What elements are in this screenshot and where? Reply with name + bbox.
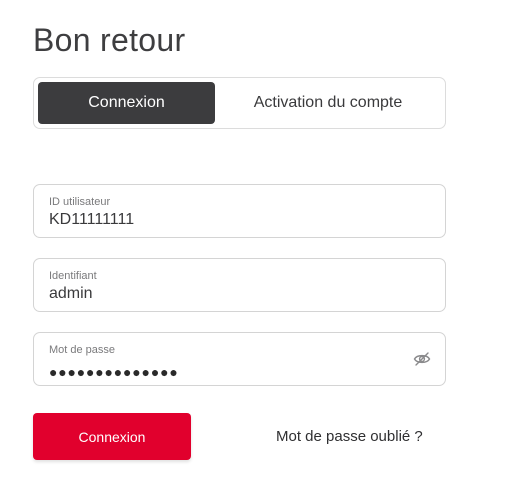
- password-label: Mot de passe: [49, 344, 116, 356]
- page-title: Bon retour: [33, 22, 186, 58]
- user-id-field[interactable]: ID utilisateur KD11111111: [33, 184, 446, 238]
- user-id-label: ID utilisateur: [49, 196, 111, 208]
- tab-account-activation[interactable]: Activation du compte: [215, 82, 441, 124]
- user-id-value[interactable]: KD11111111: [49, 211, 134, 229]
- login-label: Identifiant: [49, 270, 97, 282]
- password-value[interactable]: ●●●●●●●●●●●●●●: [49, 365, 179, 379]
- login-tabs: Connexion Activation du compte: [33, 77, 446, 129]
- login-button[interactable]: Connexion: [33, 413, 191, 460]
- login-page: Bon retour Connexion Activation du compt…: [0, 0, 505, 483]
- login-value[interactable]: admin: [49, 285, 93, 303]
- tab-connexion[interactable]: Connexion: [38, 82, 215, 124]
- login-field[interactable]: Identifiant admin: [33, 258, 446, 312]
- forgot-password-link[interactable]: Mot de passe oublié ?: [276, 428, 423, 445]
- eye-slash-icon[interactable]: [413, 351, 431, 367]
- password-field[interactable]: Mot de passe ●●●●●●●●●●●●●●: [33, 332, 446, 386]
